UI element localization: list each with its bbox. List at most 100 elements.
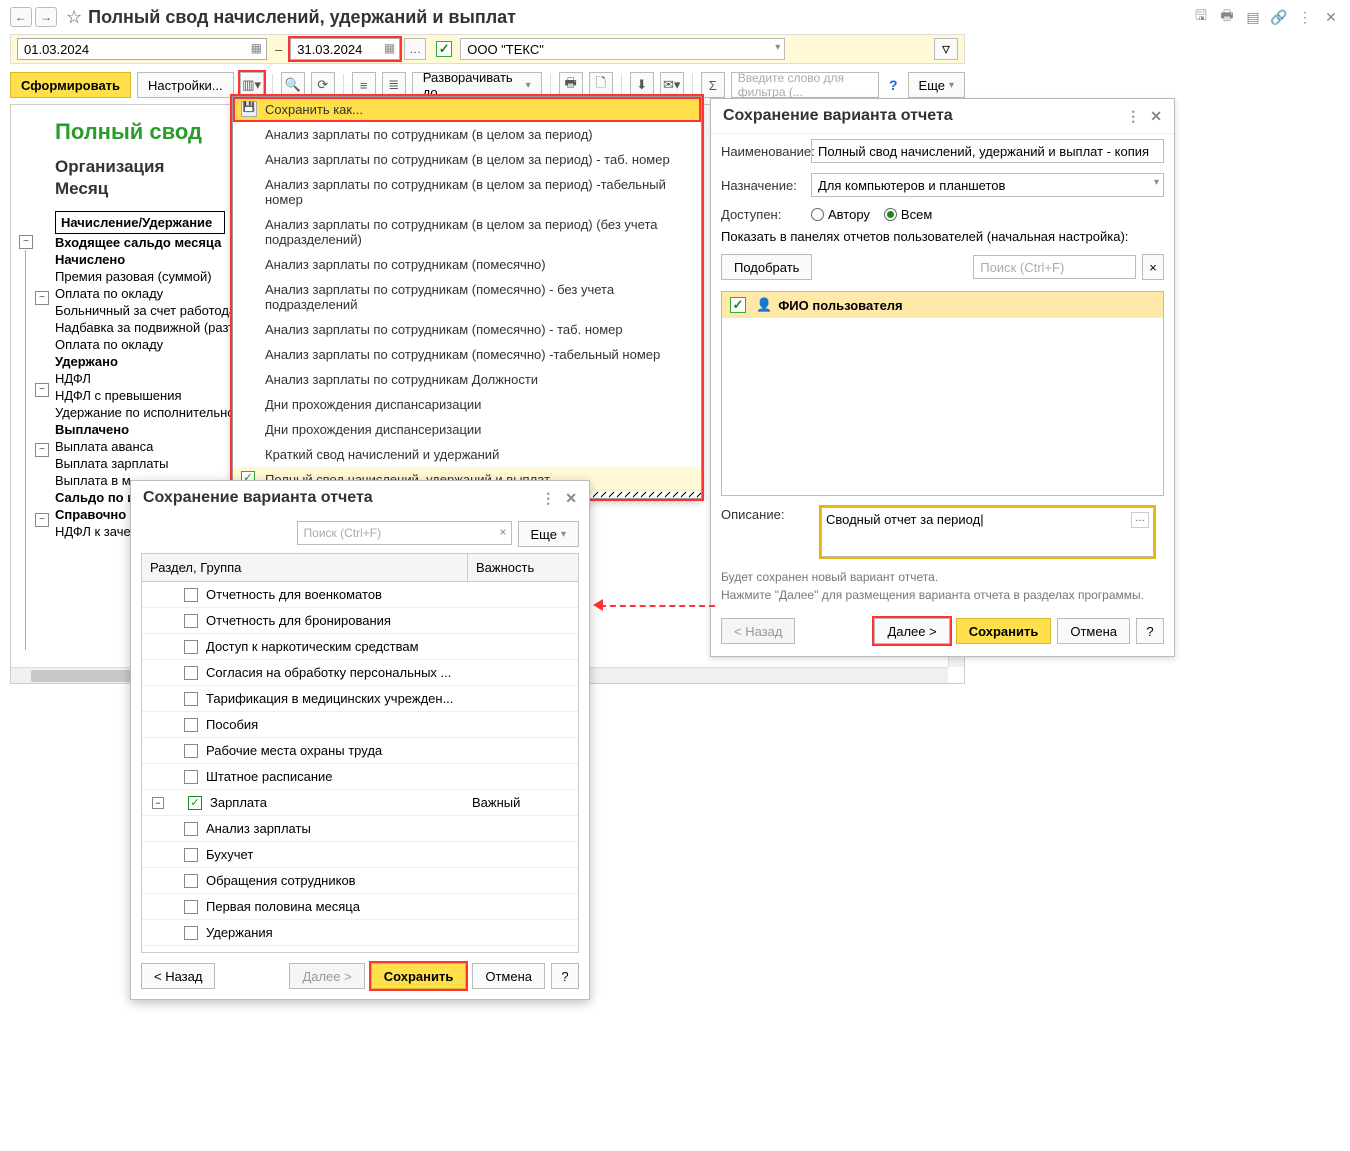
menu-item[interactable]: Анализ зарплаты по сотрудникам (в целом … xyxy=(233,212,701,252)
row-checkbox[interactable] xyxy=(184,588,198,602)
search-icon[interactable]: 🔍 xyxy=(281,72,305,98)
back-button[interactable]: < Назад xyxy=(721,618,795,644)
download-icon[interactable]: ⬇ xyxy=(630,72,654,98)
table-row[interactable]: Удержания xyxy=(142,920,578,946)
radio-all[interactable] xyxy=(884,208,897,221)
more-button[interactable]: Еще ▾ xyxy=(908,72,965,98)
row-checkbox[interactable] xyxy=(184,640,198,654)
row-checkbox[interactable] xyxy=(184,822,198,836)
variants-dropdown-button[interactable]: ▥▾ xyxy=(240,72,264,98)
doc-icon[interactable]: ▤ xyxy=(1244,8,1262,26)
nav-fwd-button[interactable]: → xyxy=(35,7,57,27)
desc-textarea[interactable]: Сводный отчет за период| … xyxy=(821,507,1154,557)
table-row[interactable]: Штатное расписание xyxy=(142,764,578,790)
menu-item-save-as[interactable]: 💾 Сохранить как... xyxy=(233,97,701,122)
settings-button[interactable]: Настройки... xyxy=(137,72,234,98)
menu-item[interactable]: Краткий свод начислений и удержаний xyxy=(233,442,701,467)
table-row[interactable]: Рабочие места охраны труда xyxy=(142,738,578,764)
menu-item[interactable]: Анализ зарплаты по сотрудникам (в целом … xyxy=(233,147,701,172)
word-filter-input[interactable]: Введите слово для фильтра (... xyxy=(731,72,879,98)
table-row[interactable]: Тарификация в медицинских учрежден... xyxy=(142,686,578,712)
table-row[interactable]: Обращения сотрудников xyxy=(142,868,578,894)
row-checkbox[interactable] xyxy=(184,770,198,784)
close-icon[interactable]: ✕ xyxy=(565,490,577,507)
help-button[interactable]: ? xyxy=(1136,618,1164,644)
row-checkbox[interactable] xyxy=(184,744,198,758)
row-checkbox[interactable] xyxy=(184,900,198,914)
tree-collapse-icon[interactable]: − xyxy=(35,291,49,305)
menu-item[interactable]: Анализ зарплаты по сотрудникам (помесячн… xyxy=(233,317,701,342)
generate-button[interactable]: Сформировать xyxy=(10,72,131,98)
date-ellipsis-button[interactable]: … xyxy=(404,38,426,60)
clear-icon[interactable]: × xyxy=(500,525,507,539)
row-checkbox[interactable] xyxy=(184,926,198,940)
tree-collapse-icon[interactable]: − xyxy=(35,513,49,527)
link-icon[interactable]: 🔗 xyxy=(1270,8,1288,26)
tree-expand-icon[interactable]: − xyxy=(152,797,164,809)
menu-item[interactable]: Анализ зарплаты по сотрудникам (помесячн… xyxy=(233,252,701,277)
menu-item[interactable]: Анализ зарплаты по сотрудникам (в целом … xyxy=(233,172,701,212)
org-enable-checkbox[interactable]: ✓ xyxy=(436,41,452,57)
next-button[interactable]: Далее > xyxy=(874,618,949,644)
menu-item[interactable]: Анализ зарплаты по сотрудникам Должности xyxy=(233,367,701,392)
row-checkbox[interactable] xyxy=(184,874,198,888)
menu-item[interactable]: Дни прохождения диспансеризации xyxy=(233,417,701,442)
filter-button[interactable]: ▿ xyxy=(934,38,958,60)
calendar-icon[interactable]: ▦ xyxy=(384,41,395,55)
close-icon[interactable]: ✕ xyxy=(1150,108,1162,125)
cancel-button[interactable]: Отмена xyxy=(472,963,545,989)
sum-icon[interactable]: Σ xyxy=(701,72,725,98)
user-search-input[interactable]: Поиск (Ctrl+F) xyxy=(973,255,1136,279)
save-button[interactable]: Сохранить xyxy=(956,618,1052,644)
table-row[interactable]: Согласия на обработку персональных ... xyxy=(142,660,578,686)
row-checkbox[interactable]: ✓ xyxy=(188,796,202,810)
section-search-input[interactable]: Поиск (Ctrl+F) × xyxy=(297,521,512,545)
table-row[interactable]: Отчетность для бронирования xyxy=(142,608,578,634)
favorite-icon[interactable]: ☆ xyxy=(66,7,82,28)
table-row[interactable]: Пособия xyxy=(142,712,578,738)
kebab-icon[interactable]: ⋮ xyxy=(1296,8,1314,26)
save-icon[interactable]: 🖫 xyxy=(1192,8,1210,26)
close-icon[interactable]: ✕ xyxy=(1322,8,1340,26)
menu-item[interactable]: Анализ зарплаты по сотрудникам (в целом … xyxy=(233,122,701,147)
row-checkbox[interactable] xyxy=(184,692,198,706)
help-button[interactable]: ? xyxy=(551,963,579,989)
mail-icon[interactable]: ✉▾ xyxy=(660,72,684,98)
dest-select[interactable]: Для компьютеров и планшетов ▾ xyxy=(811,173,1164,197)
table-row[interactable]: Первая половина месяца xyxy=(142,894,578,920)
pick-button[interactable]: Подобрать xyxy=(721,254,812,280)
tree-collapse-icon[interactable]: − xyxy=(19,235,33,249)
more-button[interactable]: Еще ▾ xyxy=(518,521,579,547)
menu-item[interactable]: Дни прохождения диспансаризации xyxy=(233,392,701,417)
date-from-input[interactable]: 01.03.2024 ▦ xyxy=(17,38,267,60)
table-row[interactable]: Учет времени xyxy=(142,946,578,953)
desc-expand-button[interactable]: … xyxy=(1131,512,1149,528)
expand-to-button[interactable]: Разворачивать до ▾ xyxy=(412,72,542,98)
row-checkbox[interactable] xyxy=(184,614,198,628)
help-icon[interactable]: ? xyxy=(889,77,898,93)
tree-collapse-icon[interactable]: − xyxy=(35,443,49,457)
row-checkbox[interactable] xyxy=(184,848,198,862)
expand-icon[interactable]: ≣ xyxy=(382,72,406,98)
menu-item[interactable]: Анализ зарплаты по сотрудникам (помесячн… xyxy=(233,277,701,317)
clear-search-button[interactable]: × xyxy=(1142,254,1164,280)
name-input[interactable]: Полный свод начислений, удержаний и выпл… xyxy=(811,139,1164,163)
kebab-icon[interactable]: ⋮ xyxy=(1126,108,1140,125)
collapse-icon[interactable]: ≡ xyxy=(352,72,376,98)
radio-author[interactable] xyxy=(811,208,824,221)
date-to-input[interactable]: 31.03.2024 ▦ xyxy=(290,38,400,60)
table-row[interactable]: Анализ зарплаты xyxy=(142,816,578,842)
org-select[interactable]: ООО "ТЕКС" ▾ xyxy=(460,38,785,60)
menu-item[interactable]: Анализ зарплаты по сотрудникам (помесячн… xyxy=(233,342,701,367)
print2-icon[interactable]: 🖶 xyxy=(559,72,583,98)
table-row[interactable]: Отчетность для военкоматов xyxy=(142,582,578,608)
table-row[interactable]: Бухучет xyxy=(142,842,578,868)
calendar-icon[interactable]: ▦ xyxy=(251,41,262,55)
row-checkbox[interactable] xyxy=(184,718,198,732)
refresh-icon[interactable]: ⟳ xyxy=(311,72,335,98)
row-checkbox[interactable] xyxy=(184,666,198,680)
print-icon[interactable]: 🖶 xyxy=(1218,8,1236,26)
table-row[interactable]: Доступ к наркотическим средствам xyxy=(142,634,578,660)
save-button[interactable]: Сохранить xyxy=(371,963,467,989)
user-checkbox[interactable]: ✓ xyxy=(730,297,746,313)
